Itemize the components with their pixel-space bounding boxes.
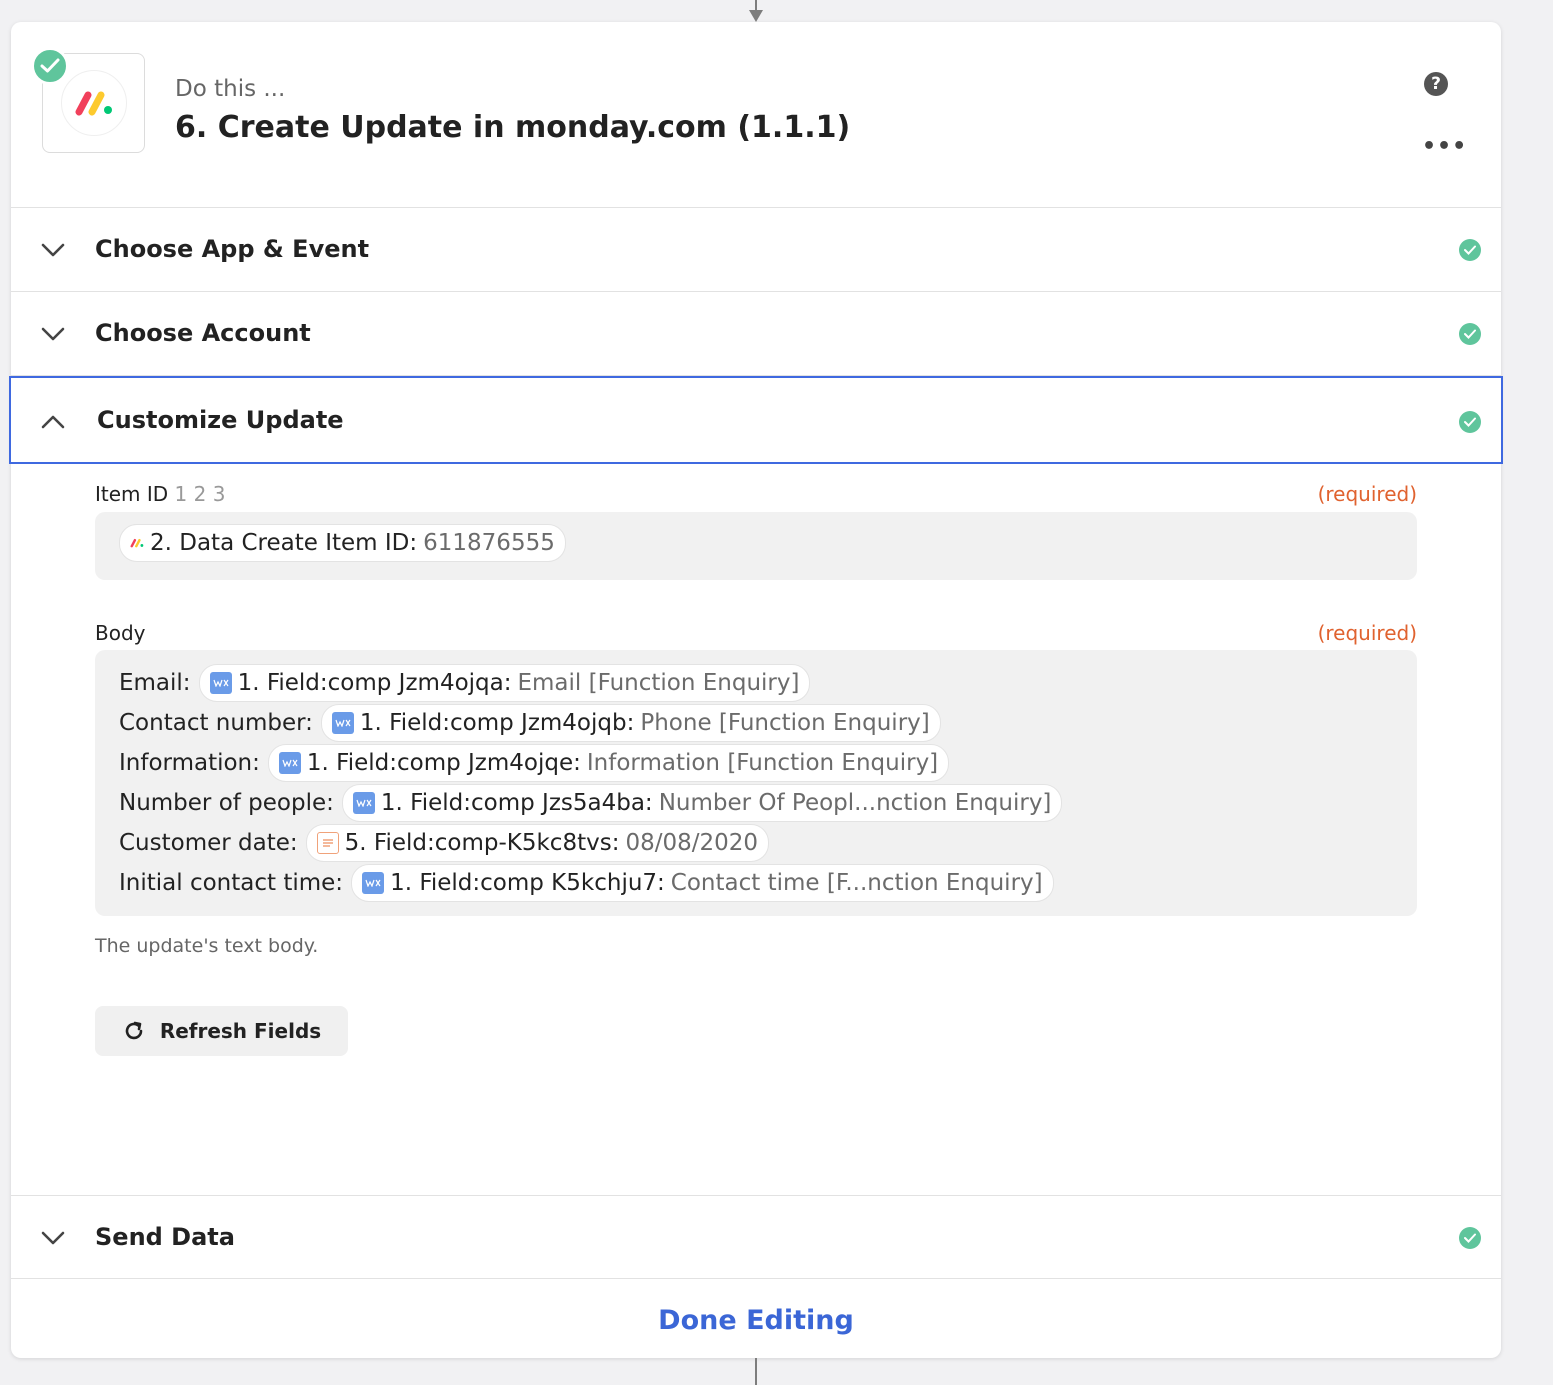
pill-value: Phone [Function Enquiry] xyxy=(640,710,930,736)
chevron-down-icon xyxy=(41,243,65,257)
mapped-field-pill[interactable]: 1. Field:comp Jzm4ojqb: Phone [Function E… xyxy=(320,704,941,742)
section-label: Customize Update xyxy=(97,406,344,434)
more-options-icon[interactable]: ••• xyxy=(1422,134,1467,159)
pill-label: 1. Field:comp Jzm4ojqb: xyxy=(359,710,635,736)
body-line: Number of people: 1. Field:comp Jzs5a4ba:… xyxy=(119,784,1063,822)
section-send-data[interactable]: Send Data xyxy=(11,1196,1501,1279)
mapped-field-pill[interactable]: 1. Field:comp Jzm4ojqe: Information [Func… xyxy=(267,744,950,782)
body-input[interactable]: Email: 1. Field:comp Jzm4ojqa: Email [Func… xyxy=(95,650,1417,916)
step-card: Do this ... 6. Create Update in monday.c… xyxy=(9,22,1503,1361)
body-line: Initial contact time: 1. Field:comp K5kch… xyxy=(119,864,1054,902)
item-id-input[interactable]: 2. Data Create Item ID: 611876555 xyxy=(95,512,1417,580)
mapped-field-pill[interactable]: 1. Field:comp Jzm4ojqa: Email [Function E… xyxy=(198,664,811,702)
body-line: Information: 1. Field:comp Jzm4ojqe: Infor… xyxy=(119,744,950,782)
customize-content: Item ID 1 2 3 (required) 2. Data Create … xyxy=(11,464,1501,1196)
pill-value: Email [Function Enquiry] xyxy=(517,670,800,696)
step-complete-check-icon xyxy=(31,47,69,85)
required-indicator: (required) xyxy=(1317,482,1417,506)
chevron-up-icon xyxy=(41,415,65,429)
check-circle-icon xyxy=(1459,323,1481,345)
done-editing-button[interactable]: Done Editing xyxy=(658,1305,854,1336)
refresh-fields-label: Refresh Fields xyxy=(159,1019,322,1043)
body-line-label: Number of people: xyxy=(119,790,334,816)
flow-arrow-icon xyxy=(749,10,763,22)
pill-value: Contact time [F...nction Enquiry] xyxy=(670,870,1043,896)
pill-label: 1. Field:comp Jzm4ojqe: xyxy=(306,750,581,776)
pill-value: Information [Function Enquiry] xyxy=(586,750,939,776)
pill-label: 2. Data Create Item ID: xyxy=(150,530,418,556)
pill-label: 5. Field:comp-K5kc8tvs: xyxy=(344,830,620,856)
wix-icon xyxy=(209,672,232,694)
pill-value: Number Of Peopl...nction Enquiry] xyxy=(658,790,1052,816)
wix-icon xyxy=(278,752,301,774)
wix-icon xyxy=(331,712,354,734)
body-helper-text: The update's text body. xyxy=(95,935,319,957)
body-line: Email: 1. Field:comp Jzm4ojqa: Email [Func… xyxy=(119,664,811,702)
wix-icon xyxy=(352,792,375,814)
body-line: Customer date: 5. Field:comp-K5kc8tvs: 08/… xyxy=(119,824,770,862)
refresh-fields-button[interactable]: Refresh Fields xyxy=(95,1006,348,1056)
monday-small-icon xyxy=(130,538,144,548)
wix-icon xyxy=(362,872,385,894)
help-icon[interactable]: ? xyxy=(1424,72,1448,96)
check-circle-icon xyxy=(1459,1227,1481,1249)
mapped-field-pill[interactable]: 5. Field:comp-K5kc8tvs: 08/08/2020 xyxy=(305,824,770,862)
section-choose-app-event[interactable]: Choose App & Event xyxy=(11,208,1501,292)
refresh-icon xyxy=(125,1021,143,1040)
section-customize-update[interactable]: Customize Update xyxy=(9,376,1503,464)
section-label: Send Data xyxy=(95,1223,235,1251)
section-label: Choose Account xyxy=(95,319,311,347)
body-line-label: Initial contact time: xyxy=(119,870,344,896)
monday-logo-icon xyxy=(60,70,127,136)
step-header: Do this ... 6. Create Update in monday.c… xyxy=(11,22,1501,208)
body-line: Contact number: 1. Field:comp Jzm4ojqb: Ph… xyxy=(119,704,941,742)
flow-connector-bottom xyxy=(755,1358,757,1385)
chevron-down-icon xyxy=(41,327,65,341)
chevron-down-icon xyxy=(41,1231,65,1245)
body-label: Body xyxy=(95,621,146,645)
pill-label: 1. Field:comp Jzs5a4ba: xyxy=(380,790,653,816)
mapped-field-pill[interactable]: 1. Field:comp Jzs5a4ba: Number Of Peopl..… xyxy=(341,784,1063,822)
pill-label: 1. Field:comp K5kchju7: xyxy=(390,870,665,896)
body-line-label: Email: xyxy=(119,670,191,696)
section-label: Choose App & Event xyxy=(95,235,370,263)
check-circle-icon xyxy=(1459,411,1481,433)
card-footer: Done Editing xyxy=(11,1279,1501,1361)
body-line-label: Information: xyxy=(119,750,260,776)
step-prefix: Do this ... xyxy=(175,76,286,102)
body-line-label: Contact number: xyxy=(119,710,313,736)
pill-value: 611876555 xyxy=(423,530,555,556)
item-id-label: Item ID 1 2 3 xyxy=(95,482,225,506)
required-indicator: (required) xyxy=(1317,621,1417,645)
form-icon xyxy=(316,832,339,854)
item-id-label-text: Item ID xyxy=(95,482,169,506)
item-id-step-numbers[interactable]: 1 2 3 xyxy=(175,482,226,506)
mapped-field-pill[interactable]: 1. Field:comp K5kchju7: Contact time [F..… xyxy=(351,864,1054,902)
section-choose-account[interactable]: Choose Account xyxy=(11,292,1501,376)
body-line-label: Customer date: xyxy=(119,830,298,856)
mapped-field-pill[interactable]: 2. Data Create Item ID: 611876555 xyxy=(119,524,566,562)
pill-label: 1. Field:comp Jzm4ojqa: xyxy=(237,670,512,696)
check-circle-icon xyxy=(1459,239,1481,261)
step-title: 6. Create Update in monday.com (1.1.1) xyxy=(175,110,851,145)
pill-value: 08/08/2020 xyxy=(625,830,759,856)
